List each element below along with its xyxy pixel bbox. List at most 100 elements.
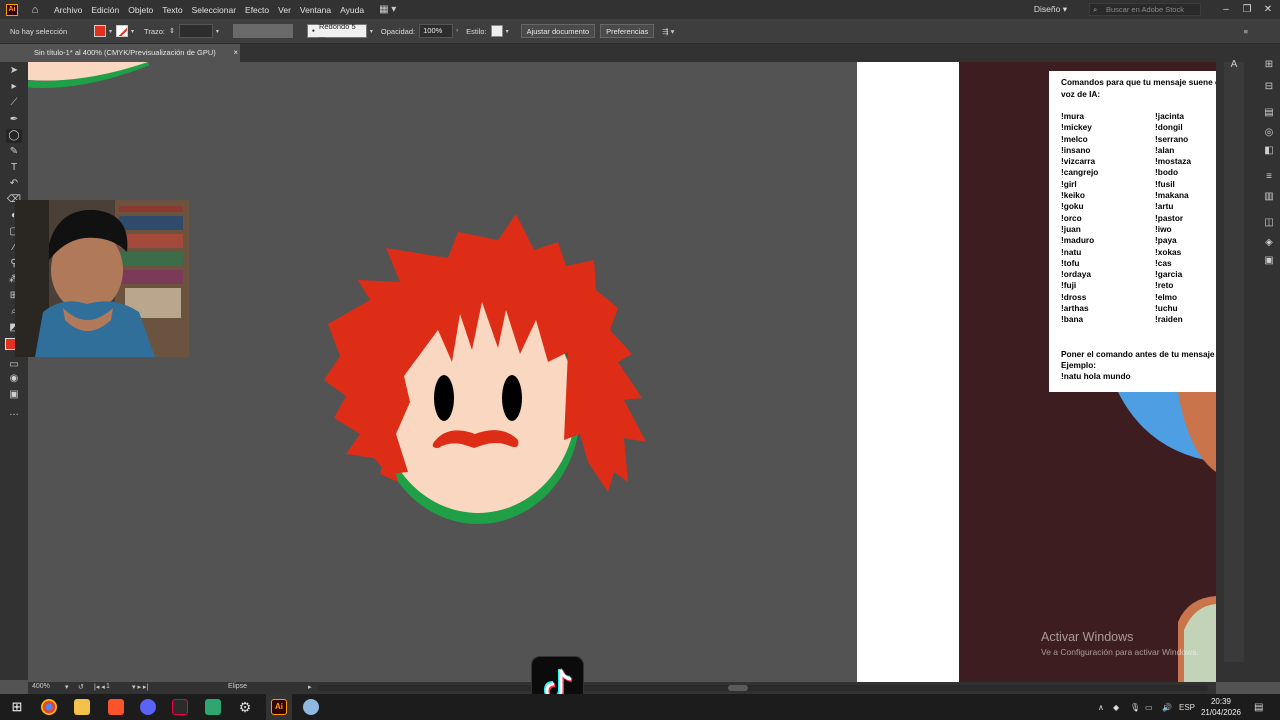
- chrome-icon[interactable]: [41, 699, 57, 715]
- restore-icon[interactable]: ❐: [1238, 4, 1256, 15]
- preferences-button[interactable]: Preferencias: [600, 24, 655, 38]
- menu-texto[interactable]: Texto: [162, 5, 182, 15]
- brave-browser-icon[interactable]: [108, 699, 124, 715]
- horizontal-scrollbar[interactable]: [318, 685, 1208, 691]
- file-explorer-icon[interactable]: [74, 699, 90, 715]
- command-item: !dross: [1061, 291, 1087, 302]
- chat-app-icon[interactable]: [140, 699, 156, 715]
- volume-icon[interactable]: 🔊: [1162, 694, 1172, 720]
- layers-icon[interactable]: ⊟: [1262, 80, 1276, 94]
- language-indicator[interactable]: ESP: [1179, 694, 1195, 720]
- zoom-level[interactable]: 400%: [32, 683, 50, 690]
- arrange-icon[interactable]: ⇶ ▾: [662, 27, 674, 36]
- more-tools-icon[interactable]: …: [6, 406, 22, 420]
- close-tab-icon[interactable]: ×: [233, 44, 238, 62]
- opacity-input[interactable]: 100%: [419, 24, 454, 38]
- none-color-icon[interactable]: ▭: [6, 358, 22, 372]
- chevron-down-icon[interactable]: ▾: [506, 28, 509, 35]
- tray-chevron-icon[interactable]: ∧: [1098, 694, 1104, 720]
- next-artboard-icon[interactable]: ▾ ▸ ▸|: [132, 683, 148, 691]
- menu-edicion[interactable]: Edición: [91, 5, 119, 15]
- canvas[interactable]: [28, 62, 1216, 682]
- windows-start-icon[interactable]: ⊞: [9, 699, 25, 715]
- pencil-tool-icon[interactable]: ✎: [6, 145, 22, 159]
- scroll-thumb[interactable]: [728, 685, 748, 691]
- settings-gear-icon[interactable]: ⚙: [237, 699, 253, 715]
- clock-time: 20:39: [1210, 697, 1232, 706]
- notifications-icon[interactable]: ▤: [1254, 694, 1263, 720]
- home-icon[interactable]: ⌂: [28, 3, 42, 17]
- chevron-down-icon[interactable]: ▾: [216, 28, 219, 35]
- draw-mode-icon[interactable]: ◉: [6, 372, 22, 386]
- type-tool-icon[interactable]: T: [6, 161, 22, 175]
- selection-tool-icon[interactable]: ➤: [6, 64, 22, 78]
- opacity-label: Opacidad:: [380, 26, 416, 36]
- chevron-down-icon[interactable]: ▾: [370, 28, 373, 35]
- stepper-icon[interactable]: ⇕: [169, 27, 175, 35]
- gradient-icon[interactable]: ▥: [1262, 190, 1276, 204]
- close-window-icon[interactable]: ✕: [1259, 4, 1277, 15]
- artboard-number[interactable]: 1: [106, 683, 110, 690]
- windows-taskbar: ⊞ ⚙ Ai ∧ ◆ 🎙 ▭ 🔊 ESP 20:39 21/04/2026 ▤: [0, 694, 1280, 720]
- direct-selection-tool-icon[interactable]: ▸: [6, 80, 22, 94]
- tab-title: Sin título-1* al 400% (CMYK/Previsualiza…: [34, 48, 216, 57]
- webcam-picture: [15, 200, 189, 357]
- stroke-panel-icon[interactable]: ≡: [1262, 170, 1276, 184]
- arrange-documents-icon[interactable]: ▦ ▾: [379, 4, 396, 15]
- fit-document-button[interactable]: Ajustar documento: [520, 24, 596, 38]
- tray-app-icon[interactable]: ◆: [1113, 694, 1119, 720]
- system-clock[interactable]: 20:39 21/04/2026: [1196, 696, 1246, 718]
- illustrator-logo-icon: Ai: [6, 3, 18, 16]
- stock-search-input[interactable]: ⌕ Buscar en Adobe Stock: [1089, 3, 1201, 16]
- variable-width-profile[interactable]: [232, 24, 293, 38]
- character-panel-icon[interactable]: A: [1227, 58, 1241, 72]
- properties-icon[interactable]: ⊞: [1262, 58, 1276, 72]
- stroke-weight-input[interactable]: [178, 24, 213, 38]
- libraries-icon[interactable]: ▤: [1262, 106, 1276, 120]
- workspace-switcher[interactable]: Diseño ▾: [1034, 4, 1067, 15]
- chevron-right-icon[interactable]: ›: [456, 28, 458, 34]
- search-icon: ⌕: [1093, 5, 1098, 14]
- tab-document[interactable]: Sin título-1* al 400% (CMYK/Previsualiza…: [28, 44, 240, 62]
- command-item: !fuji: [1061, 280, 1077, 291]
- streaming-app-icon[interactable]: [205, 699, 221, 715]
- menu-ver[interactable]: Ver: [278, 5, 291, 15]
- pen-tool-icon[interactable]: ✒: [6, 113, 22, 127]
- chevron-down-icon[interactable]: ▾: [109, 28, 112, 35]
- menu-efecto[interactable]: Efecto: [245, 5, 269, 15]
- network-icon[interactable]: ▭: [1145, 694, 1153, 720]
- menu-objeto[interactable]: Objeto: [128, 5, 153, 15]
- command-item: !arthas: [1061, 303, 1089, 314]
- webcam-overlay: [15, 200, 189, 357]
- status-arrow-icon[interactable]: ▸: [308, 683, 312, 691]
- minimize-icon[interactable]: –: [1217, 4, 1235, 15]
- prev-artboard-icon[interactable]: |◂ ◂: [94, 683, 105, 691]
- transparency-icon[interactable]: ◫: [1262, 216, 1276, 230]
- fill-swatch[interactable]: [94, 25, 106, 37]
- menu-seleccionar[interactable]: Seleccionar: [192, 5, 236, 15]
- ellipse-tool-icon[interactable]: ◯: [6, 129, 22, 143]
- chevron-down-icon[interactable]: ▾: [131, 28, 134, 35]
- illustrator-taskbar-icon[interactable]: Ai: [271, 699, 287, 715]
- stack-icon[interactable]: ◈: [1262, 236, 1276, 250]
- brush-select[interactable]: ● Redondo 5 ...: [306, 22, 367, 40]
- menu-archivo[interactable]: Archivo: [54, 5, 82, 15]
- artboards-icon[interactable]: ▣: [1262, 254, 1276, 268]
- microphone-icon[interactable]: 🎙: [1130, 694, 1140, 720]
- panel-menu-icon[interactable]: ≡: [1244, 27, 1248, 36]
- menu-ayuda[interactable]: Ayuda: [340, 5, 364, 15]
- screen-mode-icon[interactable]: ▣: [6, 388, 22, 402]
- app-taskbar-icon[interactable]: [303, 699, 319, 715]
- audio-app-icon[interactable]: [172, 699, 188, 715]
- rotate-view-icon[interactable]: ↺: [78, 683, 84, 691]
- commands-column-1: !mura !mickey !melco !insano !vizcarra !…: [1061, 111, 1155, 326]
- stroke-swatch[interactable]: [116, 25, 129, 37]
- appearance-icon[interactable]: ◎: [1262, 126, 1276, 140]
- style-swatch[interactable]: [490, 25, 503, 37]
- menu-ventana[interactable]: Ventana: [300, 5, 331, 15]
- chevron-down-icon[interactable]: ▾: [65, 683, 69, 691]
- rotate-tool-icon[interactable]: ↶: [6, 177, 22, 191]
- artboard-white: [857, 62, 959, 682]
- magic-wand-icon[interactable]: ⟋: [6, 96, 22, 110]
- color-guide-icon[interactable]: ◧: [1262, 144, 1276, 158]
